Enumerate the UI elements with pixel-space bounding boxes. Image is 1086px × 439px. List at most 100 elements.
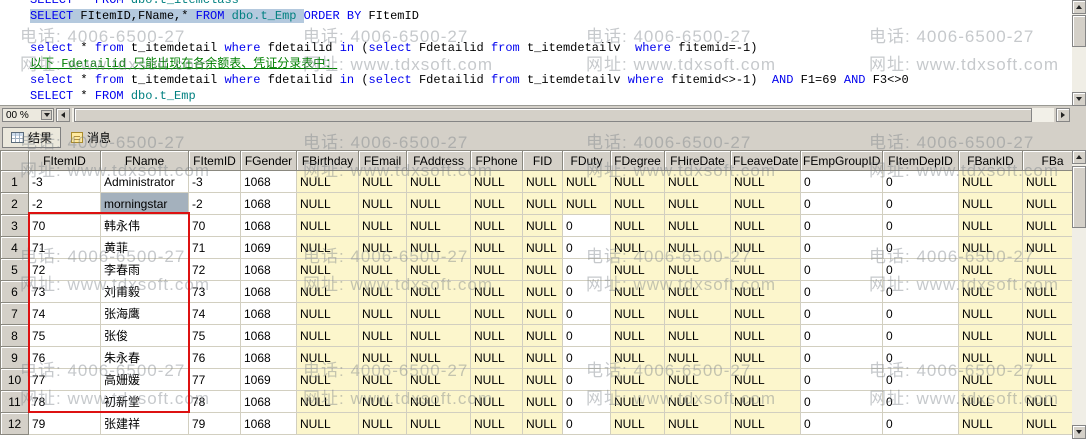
column-header[interactable]: FAddress: [407, 151, 471, 171]
grid-cell[interactable]: 77: [189, 369, 241, 391]
row-header[interactable]: 9: [1, 347, 29, 369]
grid-cell[interactable]: NULL: [471, 259, 523, 281]
grid-cell[interactable]: NULL: [407, 215, 471, 237]
scroll-up-button[interactable]: [1072, 0, 1086, 14]
grid-cell[interactable]: NULL: [1023, 347, 1073, 369]
grid-cell[interactable]: 74: [29, 303, 101, 325]
grid-cell[interactable]: 0: [883, 347, 959, 369]
grid-cell[interactable]: 0: [883, 259, 959, 281]
grid-cell[interactable]: NULL: [959, 413, 1023, 435]
grid-cell[interactable]: 0: [883, 391, 959, 413]
row-header[interactable]: 11: [1, 391, 29, 413]
grid-cell[interactable]: NULL: [731, 413, 801, 435]
grid-cell[interactable]: 78: [189, 391, 241, 413]
grid-cell[interactable]: 0: [801, 391, 883, 413]
grid-cell[interactable]: NULL: [665, 215, 731, 237]
grid-cell[interactable]: NULL: [297, 369, 359, 391]
grid-cell[interactable]: NULL: [731, 347, 801, 369]
grid-cell[interactable]: NULL: [359, 303, 407, 325]
grid-cell[interactable]: NULL: [471, 193, 523, 215]
scroll-left-button[interactable]: [56, 108, 70, 122]
grid-cell[interactable]: 1069: [241, 369, 297, 391]
grid-cell[interactable]: NULL: [959, 369, 1023, 391]
grid-cell[interactable]: NULL: [407, 413, 471, 435]
grid-cell[interactable]: NULL: [665, 413, 731, 435]
column-header[interactable]: FName: [101, 151, 189, 171]
grid-cell[interactable]: 1068: [241, 281, 297, 303]
grid-cell[interactable]: NULL: [297, 259, 359, 281]
grid-cell[interactable]: NULL: [523, 303, 563, 325]
grid-cell[interactable]: NULL: [1023, 391, 1073, 413]
sql-line[interactable]: select * from t_itemdetail where fdetail…: [0, 72, 1072, 88]
grid-cell[interactable]: 0: [801, 281, 883, 303]
grid-cell[interactable]: 黄菲: [101, 237, 189, 259]
grid-cell[interactable]: 1068: [241, 193, 297, 215]
column-header[interactable]: FHireDate: [665, 151, 731, 171]
results-vertical-scrollbar[interactable]: [1072, 150, 1086, 439]
grid-cell[interactable]: NULL: [523, 325, 563, 347]
tab-results[interactable]: 结果: [2, 127, 61, 148]
grid-cell[interactable]: NULL: [471, 413, 523, 435]
grid-cell[interactable]: 0: [801, 347, 883, 369]
grid-cell[interactable]: NULL: [471, 215, 523, 237]
grid-cell[interactable]: NULL: [665, 193, 731, 215]
grid-cell[interactable]: 1068: [241, 325, 297, 347]
grid-cell[interactable]: 0: [801, 237, 883, 259]
grid-cell[interactable]: 0: [801, 259, 883, 281]
grid-cell[interactable]: NULL: [959, 215, 1023, 237]
column-header[interactable]: FEmail: [359, 151, 407, 171]
grid-cell[interactable]: NULL: [523, 193, 563, 215]
grid-cell[interactable]: -2: [29, 193, 101, 215]
grid-cell[interactable]: NULL: [611, 171, 665, 193]
column-header[interactable]: FDuty: [563, 151, 611, 171]
grid-cell[interactable]: NULL: [1023, 193, 1073, 215]
column-header[interactable]: FGender: [241, 151, 297, 171]
column-header[interactable]: FID: [523, 151, 563, 171]
grid-cell[interactable]: NULL: [297, 325, 359, 347]
grid-cell[interactable]: NULL: [523, 369, 563, 391]
grid-cell[interactable]: NULL: [359, 215, 407, 237]
grid-cell[interactable]: NULL: [731, 325, 801, 347]
grid-cell[interactable]: 0: [563, 259, 611, 281]
grid-cell[interactable]: 李春雨: [101, 259, 189, 281]
grid-cell[interactable]: NULL: [611, 193, 665, 215]
grid-cell[interactable]: NULL: [959, 193, 1023, 215]
grid-cell[interactable]: NULL: [959, 259, 1023, 281]
grid-cell[interactable]: NULL: [611, 413, 665, 435]
grid-cell[interactable]: NULL: [665, 303, 731, 325]
grid-cell[interactable]: NULL: [1023, 325, 1073, 347]
grid-cell[interactable]: NULL: [611, 347, 665, 369]
grid-cell[interactable]: NULL: [359, 325, 407, 347]
grid-cell[interactable]: NULL: [359, 391, 407, 413]
grid-cell[interactable]: 0: [883, 171, 959, 193]
grid-cell[interactable]: NULL: [1023, 303, 1073, 325]
grid-cell[interactable]: 0: [563, 303, 611, 325]
grid-cell[interactable]: NULL: [731, 303, 801, 325]
scroll-up-button[interactable]: [1072, 150, 1086, 164]
row-header[interactable]: 3: [1, 215, 29, 237]
grid-cell[interactable]: NULL: [523, 391, 563, 413]
row-header[interactable]: 12: [1, 413, 29, 435]
grid-cell[interactable]: 1068: [241, 347, 297, 369]
grid-cell[interactable]: 79: [189, 413, 241, 435]
grid-cell[interactable]: 1069: [241, 237, 297, 259]
grid-cell[interactable]: Administrator: [101, 171, 189, 193]
grid-cell[interactable]: NULL: [297, 171, 359, 193]
zoom-control[interactable]: 00 %: [2, 108, 54, 122]
tab-messages[interactable]: 消息: [63, 127, 119, 148]
grid-cell[interactable]: 0: [883, 413, 959, 435]
row-header[interactable]: 6: [1, 281, 29, 303]
grid-cell[interactable]: 0: [883, 193, 959, 215]
grid-cell[interactable]: 刘甫毅: [101, 281, 189, 303]
row-header[interactable]: 2: [1, 193, 29, 215]
column-header[interactable]: FEmpGroupID: [801, 151, 883, 171]
grid-cell[interactable]: NULL: [297, 237, 359, 259]
horizontal-scrollbar-track[interactable]: [72, 108, 1054, 122]
grid-cell[interactable]: 72: [29, 259, 101, 281]
grid-cell[interactable]: NULL: [359, 413, 407, 435]
grid-cell[interactable]: NULL: [523, 259, 563, 281]
grid-cell[interactable]: NULL: [563, 193, 611, 215]
grid-cell[interactable]: 0: [801, 369, 883, 391]
grid-cell[interactable]: 70: [29, 215, 101, 237]
grid-cell[interactable]: NULL: [665, 369, 731, 391]
